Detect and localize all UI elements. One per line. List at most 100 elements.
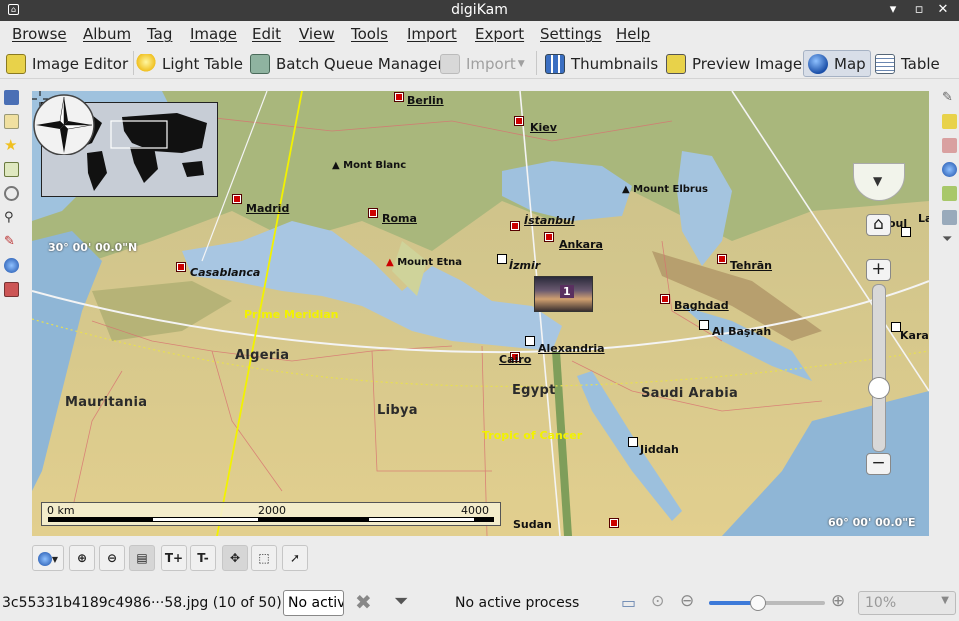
city-roma: Roma [382, 212, 417, 225]
camera-icon [440, 53, 460, 74]
map-button[interactable]: Map [803, 50, 871, 77]
menu-album[interactable]: Album [83, 25, 131, 43]
process-combo[interactable]: No activ [283, 590, 344, 616]
zoom-slider[interactable] [709, 595, 825, 611]
star-icon[interactable]: ★ [4, 138, 19, 153]
table-label: Table [901, 54, 940, 73]
zoom-100-icon[interactable]: ⊙ [651, 591, 664, 610]
zoom-in-button[interactable]: + [866, 259, 891, 281]
map-theme-button[interactable]: ▼ [32, 545, 64, 571]
binoculars-icon[interactable]: ⚲ [4, 210, 19, 225]
scale-segment [369, 518, 474, 521]
city-al-basrah: Al Başrah [712, 325, 772, 338]
filter-icon[interactable]: ⏷ [942, 232, 957, 247]
menu-help[interactable]: Help [616, 25, 650, 43]
zoom-out-tool[interactable]: ⊖ [99, 545, 125, 571]
zoom-out-button[interactable]: − [866, 453, 891, 475]
zoom-slider-handle[interactable] [750, 595, 766, 611]
thumbnails-button[interactable]: Thumbnails [545, 50, 658, 77]
chevron-down-icon: ▼ [941, 595, 949, 606]
increase-thumbnail-size-button[interactable]: T+ [161, 545, 187, 571]
close-icon[interactable]: ✕ [934, 1, 952, 19]
zoom-in-tool[interactable]: ⊕ [69, 545, 95, 571]
import-button[interactable]: Import ▼ [440, 50, 525, 77]
home-button[interactable]: ⌂ [866, 214, 891, 236]
albums-icon[interactable] [4, 90, 19, 105]
versions-icon[interactable] [942, 210, 957, 225]
light-table-button[interactable]: Light Table [136, 50, 243, 77]
menu-view[interactable]: View [299, 25, 335, 43]
preview-icon [666, 53, 686, 74]
zoom-slider-knob[interactable] [868, 377, 890, 399]
calendar-icon[interactable] [4, 162, 19, 177]
menu-image[interactable]: Image [190, 25, 237, 43]
city-marker [176, 262, 186, 272]
decrease-thumbnail-size-button[interactable]: T- [190, 545, 216, 571]
longitude-label: 60° 00' 00.0"E [828, 516, 916, 529]
pan-mode-tool[interactable]: ✥ [222, 545, 248, 571]
pencil-icon[interactable]: ✎ [942, 90, 957, 105]
note-icon[interactable]: ▭ [621, 593, 636, 612]
timeline-icon[interactable] [4, 186, 19, 201]
globe-icon [808, 53, 828, 74]
mountain-mont-blanc: ▲ Mont Blanc [332, 160, 407, 171]
city-berlin: Berlin [407, 94, 444, 107]
city-baghdad: Baghdad [674, 299, 729, 312]
chevron-down-icon: ▼ [51, 555, 59, 564]
city-madrid: Madrid [246, 202, 290, 215]
clipboard-icon[interactable] [4, 114, 19, 129]
compass-icon[interactable] [32, 91, 96, 155]
map-view[interactable]: Berlin Kiev Madrid Roma İstanbul Ankara … [32, 91, 929, 536]
lightbulb-icon [136, 53, 156, 74]
image-editor-button[interactable]: Image Editor [6, 50, 128, 77]
zoom-out-icon[interactable]: ⊖ [680, 591, 694, 611]
photo-count-badge: 1 [560, 285, 574, 298]
menu-tag[interactable]: Tag [147, 25, 172, 43]
image-editor-label: Image Editor [32, 54, 129, 73]
city-lahore: La [918, 212, 929, 225]
select-region-tool[interactable]: ⬚ [251, 545, 277, 571]
geolocation-icon[interactable] [942, 162, 957, 177]
menu-import[interactable]: Import [407, 25, 457, 43]
filter-icon[interactable]: ⏷ [394, 591, 408, 612]
city-marker [497, 254, 507, 264]
metadata-icon[interactable] [942, 138, 957, 153]
select-thumbnail-tool[interactable]: ➚ [282, 545, 308, 571]
cancel-icon[interactable]: ✖ [355, 590, 372, 614]
left-sidebar: ★ ⚲ ✎ [0, 84, 24, 297]
map-label: Map [834, 54, 866, 73]
toolbar-separator [536, 51, 537, 75]
zoom-slider-track[interactable] [872, 284, 886, 452]
city-marker [699, 320, 709, 330]
menu-settings[interactable]: Settings [540, 25, 602, 43]
chevron-down-icon[interactable]: ▼ [873, 174, 882, 188]
menu-browse[interactable]: Browse [12, 25, 67, 43]
table-button[interactable]: Table [875, 50, 940, 77]
region-libya: Libya [377, 403, 418, 418]
scale-bar-line [48, 517, 494, 522]
city-jiddah: Jiddah [640, 443, 679, 456]
zoom-in-icon[interactable]: ⊕ [831, 591, 845, 611]
menu-edit[interactable]: Edit [252, 25, 281, 43]
menu-tools[interactable]: Tools [351, 25, 388, 43]
city-marker [717, 254, 727, 264]
zoom-level-combo[interactable]: 10% ▼ [858, 591, 956, 615]
mountain-elbrus: ▲ Mount Elbrus [622, 184, 708, 195]
city-marker [525, 336, 535, 346]
batch-queue-manager-button[interactable]: Batch Queue Manager [250, 50, 444, 77]
tags-icon[interactable] [942, 186, 957, 201]
maximize-icon[interactable]: ▫ [910, 1, 928, 19]
fuzzy-search-icon[interactable]: ✎ [4, 234, 19, 249]
scale-bar: 0 km 2000 4000 [41, 502, 501, 526]
status-bar: 3c55331b4189c4986···58.jpg (10 of 50) No… [0, 586, 959, 621]
minimize-icon[interactable]: ▾ [884, 1, 902, 19]
move-icon: ✥ [229, 551, 241, 565]
current-file-label: 3c55331b4189c4986···58.jpg (10 of 50) [2, 595, 282, 611]
people-icon[interactable] [4, 282, 19, 297]
preview-image-button[interactable]: Preview Image [666, 50, 802, 77]
menu-export[interactable]: Export [475, 25, 524, 43]
map-search-icon[interactable] [4, 258, 19, 273]
properties-icon[interactable] [942, 114, 957, 129]
show-thumbnails-tool[interactable]: ▤ [129, 545, 155, 571]
photo-marker[interactable]: 1 [534, 276, 593, 312]
